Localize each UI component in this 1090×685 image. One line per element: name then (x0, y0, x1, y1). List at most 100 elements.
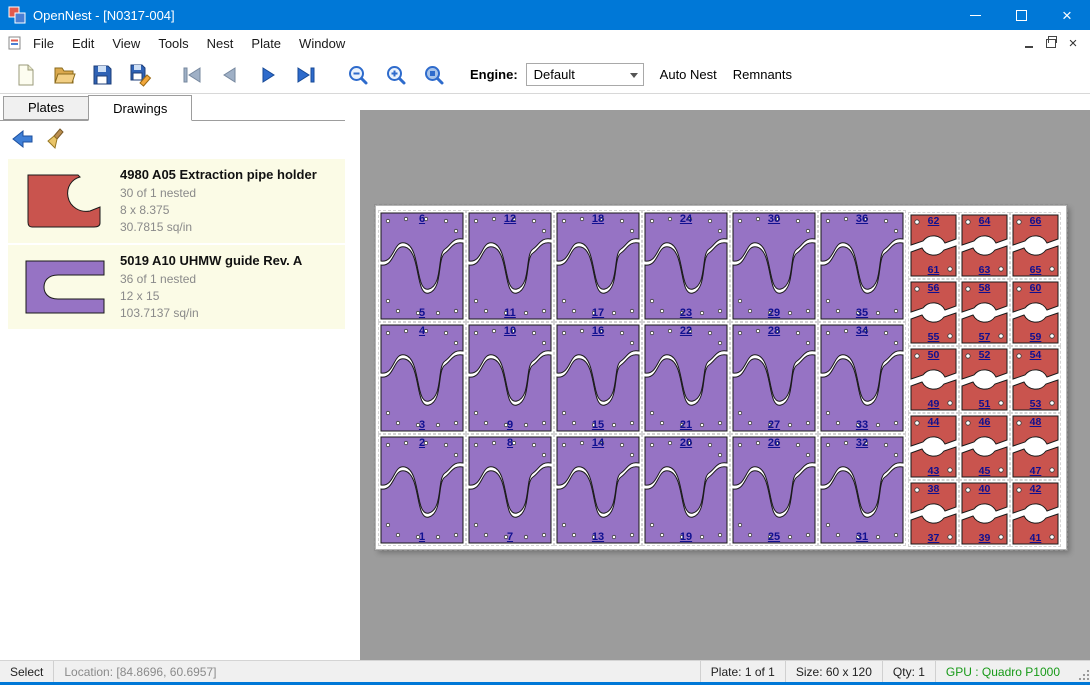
part-number: 55 (909, 331, 958, 343)
menu-tools[interactable]: Tools (149, 32, 197, 55)
purple-part-pair[interactable]: 1211 (466, 210, 554, 322)
zoom-in-icon (384, 63, 408, 87)
purple-part-pair[interactable]: 2827 (730, 322, 818, 434)
main-area: 6512111817242330293635431091615222128273… (345, 95, 1090, 660)
mdi-close-button[interactable]: × (1062, 33, 1084, 53)
red-part-pair[interactable]: 6463 (959, 212, 1010, 279)
red-part-pair[interactable]: 5655 (908, 279, 959, 346)
app-icon (8, 6, 26, 24)
auto-nest-button[interactable]: Auto Nest (660, 67, 717, 82)
part-number: 27 (731, 419, 817, 431)
red-part-pair[interactable]: 4241 (1010, 480, 1061, 547)
part-number: 18 (555, 213, 641, 225)
red-part-pair[interactable]: 6059 (1010, 279, 1061, 346)
import-drawing-button[interactable] (8, 125, 36, 153)
purple-part-pair[interactable]: 21 (378, 434, 466, 546)
previous-plate-button[interactable] (214, 59, 246, 91)
purple-part-pair[interactable]: 109 (466, 322, 554, 434)
red-part-pair[interactable]: 46 45 (959, 413, 1010, 480)
purple-part-pair[interactable]: 87 (466, 434, 554, 546)
red-part-pair[interactable]: 5453 (1010, 346, 1061, 413)
red-part-pair[interactable]: 6665 (1010, 212, 1061, 279)
red-part-pair[interactable]: 4443 (908, 413, 959, 480)
red-part-pair[interactable]: 5251 (959, 346, 1010, 413)
save-as-button[interactable] (124, 59, 156, 91)
purple-part-pair[interactable]: 1817 (554, 210, 642, 322)
purple-part-pair[interactable]: 2019 (642, 434, 730, 546)
main-toolbar: Engine: Default Auto Nest Remnants (0, 56, 1090, 94)
nest-canvas[interactable]: 6512111817242330293635431091615222128273… (360, 110, 1090, 660)
first-plate-button[interactable] (176, 59, 208, 91)
purple-part-pair[interactable]: 2221 (642, 322, 730, 434)
last-plate-button[interactable] (290, 59, 322, 91)
part-number: 13 (555, 531, 641, 543)
zoom-out-button[interactable] (342, 59, 374, 91)
purple-part-pair[interactable]: 43 (378, 322, 466, 434)
save-icon (90, 63, 114, 87)
part-number: 46 (960, 416, 1009, 428)
part-number: 49 (909, 398, 958, 410)
tab-plates[interactable]: Plates (3, 96, 89, 120)
mdi-restore-button[interactable] (1040, 33, 1062, 53)
part-number: 45 (960, 465, 1009, 477)
close-button[interactable]: × (1044, 0, 1090, 30)
menu-view[interactable]: View (103, 32, 149, 55)
new-button[interactable] (10, 59, 42, 91)
tab-drawings[interactable]: Drawings (88, 95, 192, 121)
red-part-pair[interactable]: 4847 (1010, 413, 1061, 480)
window-title: OpenNest - [N0317-004] (33, 8, 175, 23)
menu-nest[interactable]: Nest (198, 32, 243, 55)
open-folder-icon (52, 63, 76, 87)
clear-drawings-button[interactable] (44, 125, 72, 153)
purple-part-pair[interactable]: 3029 (730, 210, 818, 322)
remnants-button[interactable]: Remnants (733, 67, 792, 82)
part-number: 26 (731, 437, 817, 449)
menu-plate[interactable]: Plate (242, 32, 290, 55)
zoom-in-button[interactable] (380, 59, 412, 91)
purple-part-pair[interactable]: 1413 (554, 434, 642, 546)
maximize-button[interactable] (998, 0, 1044, 30)
part-number: 39 (960, 532, 1009, 544)
save-button[interactable] (86, 59, 118, 91)
part-number: 58 (960, 282, 1009, 294)
status-size: Size: 60 x 120 (786, 665, 882, 679)
window-controls: × (952, 0, 1090, 30)
menu-window[interactable]: Window (290, 32, 354, 55)
red-part-pair[interactable]: 6261 (908, 212, 959, 279)
zoom-window-button[interactable] (418, 59, 450, 91)
purple-part-pair[interactable]: 65 (378, 210, 466, 322)
zoom-out-icon (346, 63, 370, 87)
engine-select[interactable]: Default (526, 63, 644, 86)
purple-part-pair[interactable]: 1615 (554, 322, 642, 434)
resize-grip[interactable] (1074, 663, 1090, 681)
red-part-pair[interactable]: 58 57 (959, 279, 1010, 346)
menu-file[interactable]: File (24, 32, 63, 55)
plate[interactable]: 6512111817242330293635431091615222128273… (375, 205, 1067, 550)
purple-part-pair[interactable]: 2625 (730, 434, 818, 546)
drawings-toolbar (0, 121, 345, 157)
maximize-icon (1016, 10, 1027, 21)
menu-bar: File Edit View Tools Nest Plate Window × (0, 30, 1090, 56)
purple-part-pair[interactable]: 2423 (642, 210, 730, 322)
part-number: 15 (555, 419, 641, 431)
minimize-button[interactable] (952, 0, 998, 30)
part-number: 57 (960, 331, 1009, 343)
red-part-pair[interactable]: 4039 (959, 480, 1010, 547)
mdi-minimize-icon (1025, 46, 1033, 48)
part-number: 54 (1011, 349, 1060, 361)
purple-part-pair[interactable]: 3635 (818, 210, 906, 322)
red-part-pair[interactable]: 3837 (908, 480, 959, 547)
close-icon: × (1062, 7, 1072, 24)
open-button[interactable] (48, 59, 80, 91)
next-plate-button[interactable] (252, 59, 284, 91)
mdi-minimize-button[interactable] (1018, 33, 1040, 53)
red-part-pair[interactable]: 5049 (908, 346, 959, 413)
list-item-drawing-2[interactable]: 5019 A10 UHMW guide Rev. A 36 of 1 neste… (8, 245, 345, 329)
purple-part-pair[interactable]: 3231 (818, 434, 906, 546)
purple-part-pair[interactable]: 3433 (818, 322, 906, 434)
list-item-drawing-1[interactable]: 4980 A05 Extraction pipe holder 30 of 1 … (8, 159, 345, 243)
previous-arrow-icon (218, 63, 242, 87)
part-number: 17 (555, 307, 641, 319)
menu-edit[interactable]: Edit (63, 32, 103, 55)
status-mode: Select (0, 665, 53, 679)
